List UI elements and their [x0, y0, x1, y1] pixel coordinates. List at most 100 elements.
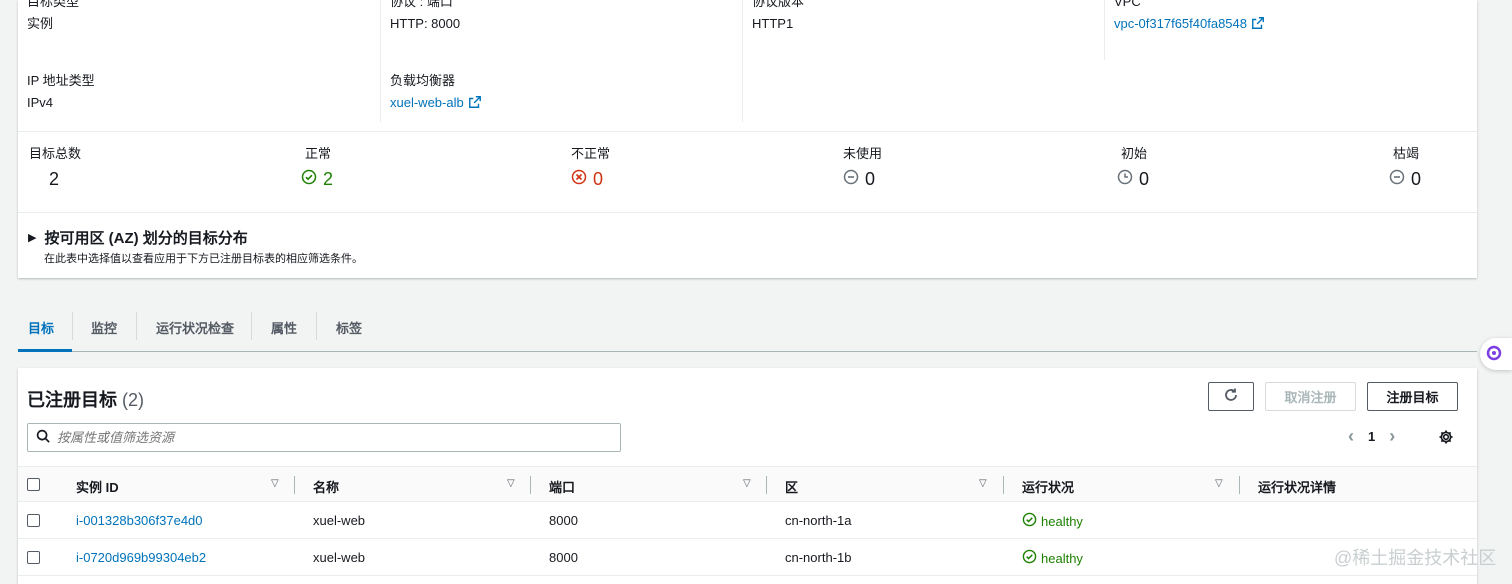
- table-title-text: 已注册目标: [27, 390, 117, 410]
- table-row[interactable]: i-0720d969b99304eb2 xuel-web 8000 cn-nor…: [18, 539, 1477, 576]
- az-title: 按可用区 (AZ) 划分的目标分布: [44, 230, 248, 247]
- pending-clock-icon: [1117, 168, 1133, 190]
- register-targets-button[interactable]: 注册目标: [1367, 382, 1458, 411]
- stat-draining: 枯竭 0: [1389, 146, 1421, 190]
- registered-targets-card: 已注册目标 (2) 取消注册 注册目标 ‹ 1 › 实例 ID ▽ 名称 ▽ 端…: [18, 368, 1477, 584]
- stat-unused-label: 未使用: [843, 146, 883, 161]
- column-header-port[interactable]: 端口: [549, 477, 575, 496]
- stat-unhealthy-label: 不正常: [571, 146, 611, 161]
- column-header-health-details[interactable]: 运行状况详情: [1258, 477, 1336, 496]
- row-checkbox[interactable]: [27, 514, 40, 527]
- external-link-icon: [468, 95, 482, 109]
- details-grid: 目标类型 实例 IP 地址类型 IPv4 协议 : 端口 HTTP: 8000 …: [18, 0, 1477, 131]
- refresh-icon: [1223, 387, 1239, 406]
- column-resizer[interactable]: [1003, 476, 1004, 494]
- healthy-icon: [1022, 512, 1037, 530]
- filter-search[interactable]: [27, 423, 621, 452]
- ip-type-label: IP 地址类型: [27, 73, 95, 88]
- tab-health-checks[interactable]: 运行状况检查: [156, 312, 234, 352]
- instance-port: 8000: [549, 513, 578, 528]
- protocol-port-field: 协议 : 端口 HTTP: 8000: [390, 0, 460, 32]
- load-balancer-label: 负载均衡器: [390, 73, 456, 88]
- protocol-version-value: HTTP1: [752, 16, 794, 31]
- page-number[interactable]: 1: [1368, 429, 1375, 444]
- row-checkbox[interactable]: [27, 551, 40, 564]
- details-column-2: 协议 : 端口 HTTP: 8000 负载均衡器 xuel-web-alb: [380, 0, 742, 122]
- refresh-button[interactable]: [1208, 382, 1254, 411]
- table-count: (2): [122, 390, 145, 410]
- external-link-icon: [1251, 16, 1265, 30]
- table-title: 已注册目标 (2): [27, 386, 144, 412]
- instance-name: xuel-web: [313, 550, 366, 565]
- sort-icon[interactable]: ▽: [271, 478, 279, 489]
- vpc-link[interactable]: vpc-0f317f65f40fa8548: [1114, 16, 1247, 31]
- ip-type-value: IPv4: [27, 95, 54, 110]
- column-header-zone[interactable]: 区: [785, 477, 798, 496]
- tab-attributes[interactable]: 属性: [271, 312, 297, 352]
- sort-icon[interactable]: ▽: [507, 478, 515, 489]
- target-stats: 目标总数 2 正常 2 不正常 0 未使用 0 初始 0 枯竭 0: [18, 131, 1477, 212]
- protocol-port-label: 协议 : 端口: [390, 0, 453, 9]
- target-type-label: 目标类型: [27, 0, 80, 9]
- stat-draining-value[interactable]: 0: [1411, 168, 1421, 190]
- stat-initial-label: 初始: [1121, 146, 1148, 161]
- instance-zone: cn-north-1a: [785, 513, 852, 528]
- sort-icon[interactable]: ▽: [743, 478, 751, 489]
- target-type-field: 目标类型 实例: [27, 0, 79, 32]
- stat-initial-value[interactable]: 0: [1139, 168, 1149, 190]
- tab-bar: 目标 监控 运行状况检查 属性 标签: [18, 300, 1477, 352]
- chevron-left-icon[interactable]: ‹: [1348, 426, 1354, 447]
- column-header-name[interactable]: 名称: [313, 477, 339, 496]
- details-column-4: VPC vpc-0f317f65f40fa8548: [1104, 0, 1464, 60]
- caret-right-icon: ▶: [28, 232, 37, 244]
- tab-monitoring[interactable]: 监控: [91, 312, 117, 352]
- column-resizer[interactable]: [294, 476, 295, 494]
- stat-initial: 初始 0: [1117, 146, 1149, 190]
- az-expander[interactable]: ▶ 按可用区 (AZ) 划分的目标分布: [28, 227, 248, 248]
- az-description: 在此表中选择值以查看应用于下方已注册目标表的相应筛选条件。: [44, 253, 363, 265]
- column-header-health-status[interactable]: 运行状况: [1022, 477, 1074, 496]
- stat-healthy-value[interactable]: 2: [323, 168, 333, 190]
- select-all-checkbox[interactable]: [27, 478, 40, 491]
- search-input[interactable]: [57, 430, 597, 445]
- instance-id-link[interactable]: i-0720d969b99304eb2: [76, 550, 206, 565]
- health-status-text: healthy: [1041, 513, 1083, 529]
- tab-divider: [136, 312, 137, 340]
- stat-total-value: 2: [49, 169, 60, 189]
- healthy-icon: [1022, 549, 1037, 567]
- sort-icon[interactable]: ▽: [1215, 478, 1223, 489]
- watermark: @稀土掘金技术社区: [1334, 548, 1497, 568]
- search-icon: [36, 429, 51, 447]
- stat-total-label: 目标总数: [29, 146, 82, 161]
- unused-icon: [843, 168, 859, 190]
- stat-unused-value[interactable]: 0: [865, 168, 875, 190]
- instance-id-link[interactable]: i-001328b306f37e4d0: [76, 513, 203, 528]
- stat-unhealthy-value[interactable]: 0: [593, 168, 603, 190]
- details-column-1: 目标类型 实例 IP 地址类型 IPv4: [27, 0, 379, 122]
- column-resizer[interactable]: [1239, 476, 1240, 494]
- stat-healthy: 正常 2: [301, 146, 333, 190]
- tab-tags[interactable]: 标签: [336, 312, 362, 352]
- healthy-icon: [301, 168, 317, 190]
- table-header: 实例 ID ▽ 名称 ▽ 端口 ▽ 区 ▽ 运行状况 ▽ 运行状况详情: [18, 466, 1477, 502]
- column-resizer[interactable]: [530, 476, 531, 494]
- stat-draining-label: 枯竭: [1393, 146, 1420, 161]
- load-balancer-field: 负载均衡器 xuel-web-alb: [390, 73, 482, 111]
- load-balancer-link[interactable]: xuel-web-alb: [390, 95, 464, 110]
- floating-assistant-button[interactable]: [1480, 338, 1512, 370]
- protocol-version-field: 协议版本 HTTP1: [752, 0, 804, 32]
- settings-gear-icon[interactable]: [1438, 429, 1454, 448]
- chevron-right-icon[interactable]: ›: [1389, 426, 1395, 447]
- assistant-icon: [1486, 345, 1502, 364]
- tab-divider: [316, 312, 317, 340]
- column-header-instance-id[interactable]: 实例 ID: [76, 477, 119, 496]
- stat-unused: 未使用 0: [843, 146, 882, 190]
- deregister-button[interactable]: 取消注册: [1265, 382, 1356, 411]
- sort-icon[interactable]: ▽: [979, 478, 987, 489]
- ip-type-field: IP 地址类型 IPv4: [27, 73, 95, 111]
- column-resizer[interactable]: [766, 476, 767, 494]
- stopped-icon: [1389, 168, 1405, 190]
- table-row[interactable]: i-001328b306f37e4d0 xuel-web 8000 cn-nor…: [18, 502, 1477, 539]
- tab-targets[interactable]: 目标: [18, 312, 72, 352]
- protocol-version-label: 协议版本: [752, 0, 805, 9]
